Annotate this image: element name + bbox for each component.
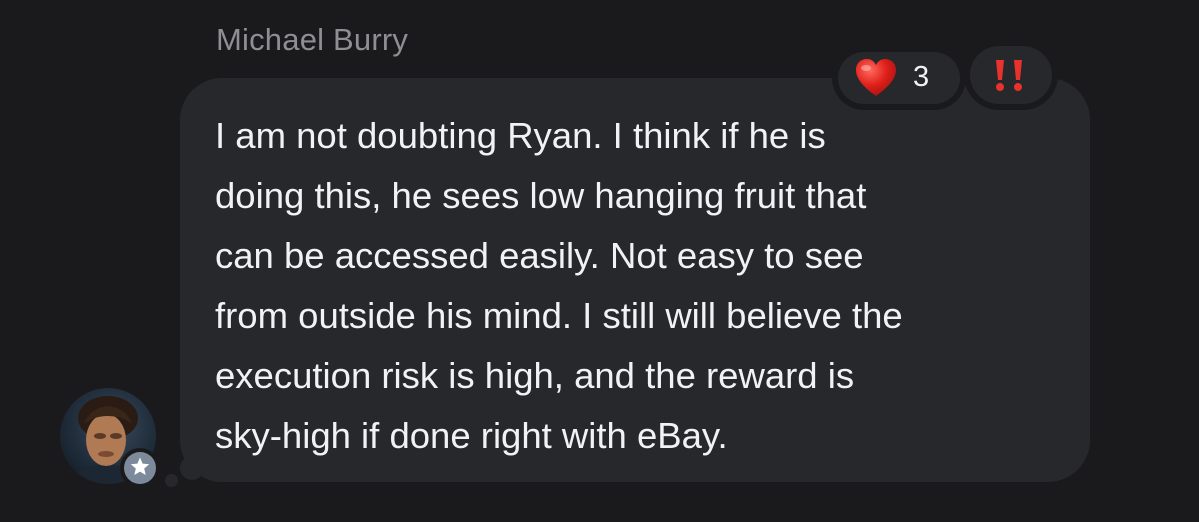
- sender-name: Michael Burry: [216, 22, 409, 57]
- message-text: I am not doubting Ryan. I think if he is…: [215, 106, 1075, 466]
- message-line: from outside his mind. I still will beli…: [215, 295, 903, 336]
- message-line: I am not doubting Ryan. I think if he is: [215, 115, 826, 156]
- double-exclamation-icon: [996, 60, 1022, 91]
- message-line: sky-high if done right with eBay.: [215, 415, 728, 456]
- heart-reaction-count: 3: [913, 61, 930, 93]
- message-line: can be accessed easily. Not easy to see: [215, 235, 864, 276]
- star-icon: [130, 457, 150, 475]
- message-line: doing this, he sees low hanging fruit th…: [215, 175, 867, 216]
- bubble-tail-small: [165, 474, 178, 487]
- heart-icon: [856, 59, 896, 96]
- message-line: execution risk is high, and the reward i…: [215, 355, 855, 396]
- message-thread: Michael Burry I am not doubting Ryan. I …: [0, 0, 1199, 522]
